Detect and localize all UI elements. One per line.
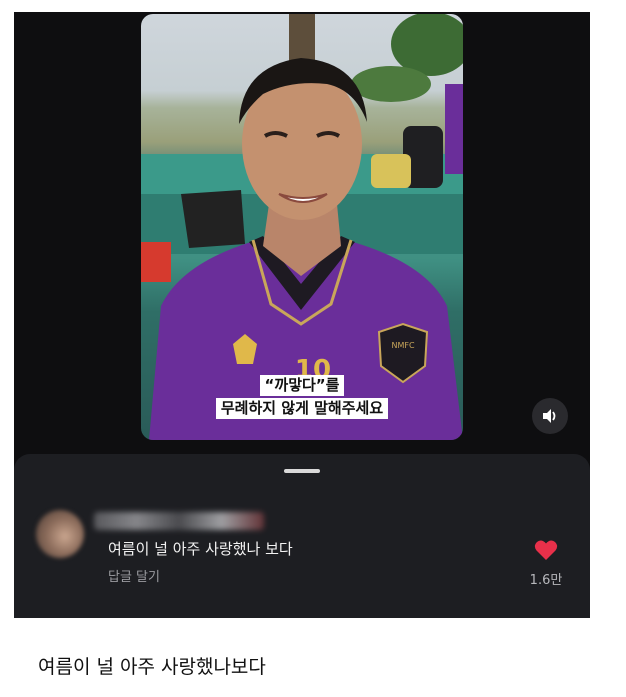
like-button[interactable]: 1.6만 (524, 539, 568, 588)
comment-sheet: 여름이 널 아주 사랑했나 보다 답글 달기 1.6만 (14, 454, 590, 618)
heart-icon (534, 540, 558, 560)
app-screen: NMFC 10 “까맣다”를 무례하지 않게 말해주세요 여름이 널 아주 사랑… (14, 12, 590, 618)
video-caption-line1: “까맣다”를 (259, 375, 345, 396)
jersey-badge-text: NMFC (391, 341, 414, 350)
post-caption: 여름이 널 아주 사랑했나보다 (38, 656, 266, 678)
video-player[interactable]: NMFC 10 “까맣다”를 무례하지 않게 말해주세요 (141, 14, 463, 440)
speaker-icon (543, 409, 556, 423)
avatar[interactable] (36, 510, 84, 558)
username-redacted (94, 512, 264, 530)
reply-button[interactable]: 답글 달기 (108, 566, 160, 585)
drag-handle[interactable] (284, 469, 320, 473)
video-caption-line2: 무례하지 않게 말해주세요 (215, 398, 389, 419)
volume-button[interactable] (532, 398, 568, 434)
comment-text: 여름이 널 아주 사랑했나 보다 (108, 540, 293, 558)
video-caption: “까맣다”를 무례하지 않게 말해주세요 (141, 374, 463, 420)
like-count: 1.6만 (529, 573, 563, 588)
